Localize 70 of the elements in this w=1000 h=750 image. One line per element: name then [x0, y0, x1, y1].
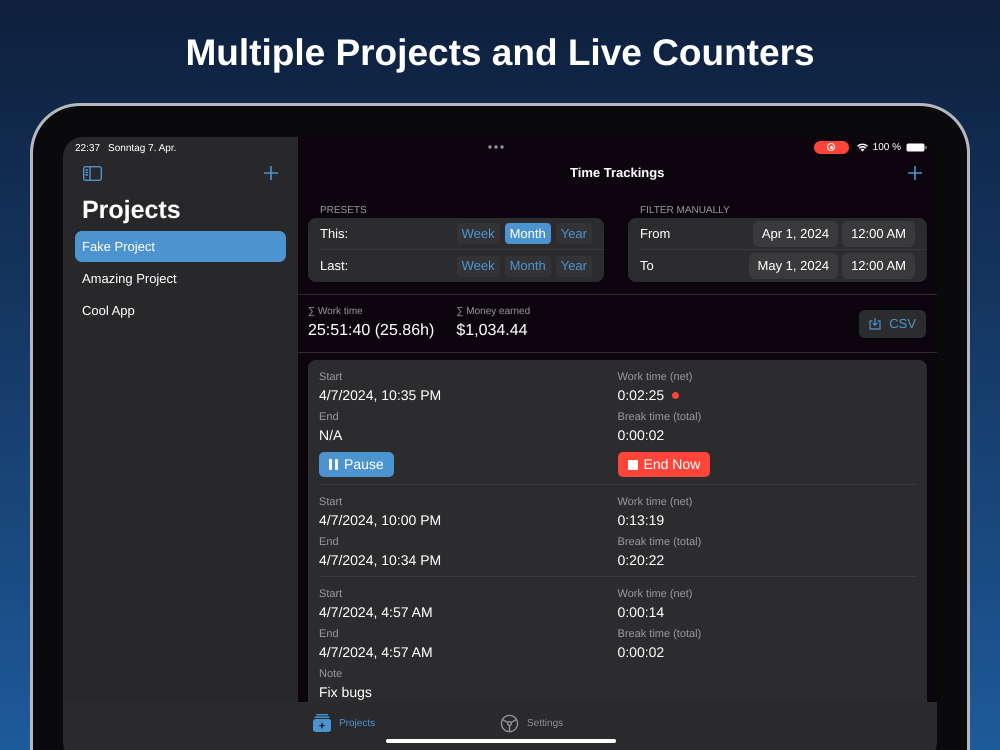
summary-value: $1,034.44: [456, 321, 529, 341]
field-label: End: [319, 410, 340, 424]
field-label: End: [319, 627, 340, 641]
field-label: Break time (total): [618, 535, 702, 549]
stop-button[interactable]: End Now: [618, 452, 710, 477]
nav-title: Time Trackings: [570, 164, 664, 182]
project-item[interactable]: Fake Project: [75, 231, 286, 262]
field-value: 0:02:25: [618, 386, 664, 404]
project-item[interactable]: Cool App: [75, 295, 286, 326]
field-label: Break time (total): [618, 410, 702, 424]
field-value: 4/7/2024, 10:35 PM: [319, 386, 442, 404]
more-dots-icon[interactable]: [488, 145, 504, 149]
preset-row-label: This:: [320, 224, 348, 243]
field-label: Work time (net): [618, 370, 694, 384]
field-label: Work time (net): [618, 495, 694, 509]
pause-button[interactable]: Pause: [319, 452, 394, 477]
headline: Multiple Projects and Live Counters: [185, 31, 815, 75]
field-label: Work time (net): [618, 587, 694, 601]
summary-label: ∑ Work time: [308, 305, 364, 319]
filter-row-label: From: [640, 224, 670, 243]
field-value: 0:00:14: [618, 603, 664, 621]
add-icon[interactable]: [264, 166, 278, 180]
field-value: 4/7/2024, 10:34 PM: [319, 551, 442, 569]
status-time: 22:37: [75, 142, 100, 156]
field-value: 0:20:22: [618, 551, 664, 569]
field-label: Start: [319, 370, 344, 384]
sidebar-title: Projects: [81, 195, 182, 226]
project-item[interactable]: Amazing Project: [75, 263, 286, 294]
preset-chip[interactable]: Year: [556, 256, 592, 276]
add-icon[interactable]: [908, 166, 922, 180]
battery-icon: [906, 142, 927, 152]
preset-chip[interactable]: Week: [456, 223, 500, 244]
filter-row-label: To: [640, 257, 654, 276]
field-value: 0:13:19: [618, 511, 664, 529]
field-label: Start: [319, 495, 344, 509]
field-value: Fix bugs: [319, 683, 372, 701]
tab-item[interactable]: Settings: [500, 712, 687, 734]
time-picker[interactable]: 12:00 AM: [842, 220, 915, 246]
field-label: Start: [319, 587, 344, 601]
preset-chip[interactable]: Week: [456, 256, 500, 276]
wifi-icon: [856, 142, 868, 152]
field-value: 4/7/2024, 4:57 AM: [319, 643, 433, 661]
field-value: 4/7/2024, 10:00 PM: [319, 511, 442, 529]
download-icon: [869, 317, 882, 330]
preset-chip[interactable]: Month: [504, 223, 551, 244]
date-picker[interactable]: May 1, 2024: [748, 253, 838, 279]
field-value: 0:00:02: [618, 643, 664, 661]
field-value: N/A: [319, 426, 342, 444]
preset-row-label: Last:: [320, 257, 348, 276]
stop-icon: [628, 460, 638, 470]
tab-item[interactable]: Projects: [313, 712, 500, 734]
summary-value: 25:51:40 (25.86h): [308, 321, 434, 341]
field-label: Note: [319, 667, 344, 681]
status-date: Sonntag 7. Apr.: [108, 142, 176, 156]
preset-chip[interactable]: Year: [556, 223, 592, 244]
section-heading: PRESETS: [319, 204, 368, 217]
date-picker[interactable]: Apr 1, 2024: [752, 220, 838, 246]
stack-icon: [313, 714, 331, 732]
field-value: 0:00:02: [618, 426, 664, 444]
csv-export-button[interactable]: CSV: [859, 310, 926, 338]
field-value: 4/7/2024, 4:57 AM: [319, 603, 433, 621]
field-label: End: [319, 535, 340, 549]
summary-label: ∑ Money earned: [456, 305, 530, 319]
battery-percent: 100 %: [872, 140, 901, 154]
section-heading: FILTER MANUALLY: [639, 204, 731, 217]
time-picker[interactable]: 12:00 AM: [842, 253, 915, 279]
field-label: Break time (total): [618, 627, 702, 641]
pause-icon: [329, 459, 338, 470]
preset-chip[interactable]: Month: [504, 256, 551, 276]
sidebar-toggle-icon[interactable]: [83, 166, 102, 180]
